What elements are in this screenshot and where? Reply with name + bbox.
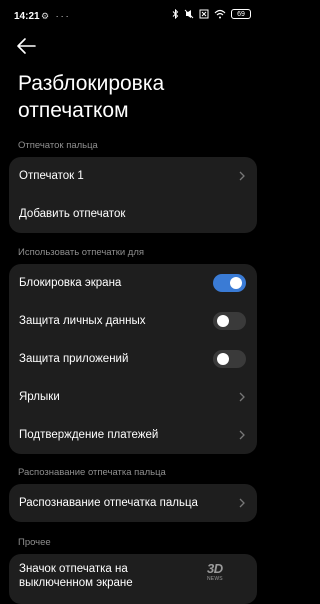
chevron-right-icon [239, 430, 245, 440]
payment-confirmation-label: Подтверждение платежей [19, 429, 159, 441]
privacy-protection-label: Защита личных данных [19, 315, 146, 327]
watermark-big-text: 3D [207, 561, 223, 576]
page-title: Разблокировка отпечатком [18, 72, 165, 122]
toggle-knob [217, 315, 229, 327]
privacy-protection-item[interactable]: Защита личных данных [9, 302, 257, 340]
shortcuts-item[interactable]: Ярлыки [9, 378, 257, 416]
section-label-recognition: Распознавание отпечатка пальца [18, 467, 166, 478]
bluetooth-icon [172, 9, 179, 19]
section-label-use-for: Использовать отпечатки для [18, 247, 145, 258]
back-arrow-icon[interactable] [15, 36, 37, 56]
fingerprint-1-item[interactable]: Отпечаток 1 [9, 157, 257, 195]
app-lock-toggle[interactable] [213, 350, 246, 368]
payment-confirmation-item[interactable]: Подтверждение платежей [9, 416, 257, 454]
chevron-right-icon [239, 498, 245, 508]
status-right-icons: 69 [172, 9, 251, 19]
app-lock-label: Защита приложений [19, 353, 129, 365]
chevron-right-icon [239, 171, 245, 181]
fingerprint-card: Отпечаток 1 Добавить отпечаток [9, 157, 257, 233]
shortcuts-label: Ярлыки [19, 391, 60, 403]
section-label-fingerprint: Отпечаток пальца [18, 140, 98, 151]
wifi-icon [214, 9, 226, 19]
3dnews-watermark-logo: 3D NEWS [207, 561, 259, 583]
use-for-card: Блокировка экрана Защита личных данных З… [9, 264, 257, 454]
fingerprint-1-label: Отпечаток 1 [19, 170, 84, 182]
battery-icon: 69 [231, 9, 251, 19]
screen-lock-toggle[interactable] [213, 274, 246, 292]
privacy-protection-toggle[interactable] [213, 312, 246, 330]
add-fingerprint-label: Добавить отпечаток [19, 208, 126, 220]
add-fingerprint-item[interactable]: Добавить отпечаток [9, 195, 257, 233]
toggle-knob [217, 353, 229, 365]
chevron-right-icon [239, 392, 245, 402]
app-lock-item[interactable]: Защита приложений [9, 340, 257, 378]
section-label-other: Прочее [18, 537, 51, 548]
recognition-label: Распознавание отпечатка пальца [19, 497, 198, 509]
status-notification-icons: ⚙ ··· [41, 11, 71, 21]
screen-lock-label: Блокировка экрана [19, 277, 122, 289]
mute-icon [184, 9, 194, 19]
recognition-card: Распознавание отпечатка пальца [9, 484, 257, 522]
signal-icon [199, 9, 209, 19]
status-time: 14:21 [14, 11, 40, 22]
watermark-small-text: NEWS [207, 576, 223, 582]
screen-lock-item[interactable]: Блокировка экрана [9, 264, 257, 302]
recognition-item[interactable]: Распознавание отпечатка пальца [9, 484, 257, 522]
status-bar: 14:21 ⚙ ··· 69 [0, 0, 265, 34]
toggle-knob [230, 277, 242, 289]
aod-fingerprint-icon-label: Значок отпечатка на выключенном экране [19, 563, 133, 589]
